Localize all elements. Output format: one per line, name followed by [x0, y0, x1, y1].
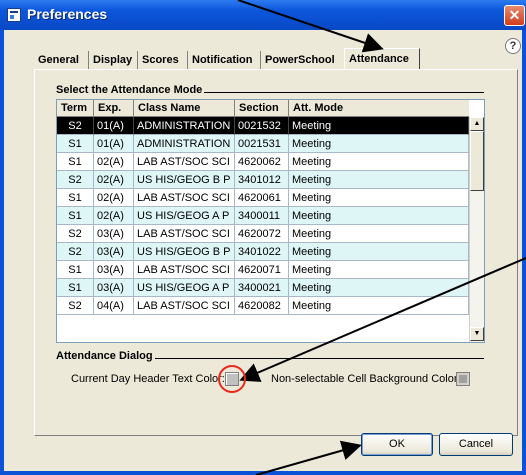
tab-attendance[interactable]: Attendance [344, 48, 420, 70]
title-bar[interactable]: Preferences ✕ [0, 0, 526, 30]
table-row[interactable]: S2 04(A) LAB AST/SOC SCI 4620082 Meeting [57, 297, 469, 315]
cell-section: 3400011 [235, 207, 289, 225]
cell-att-mode: Meeting [289, 279, 469, 297]
cell-term: S2 [57, 297, 94, 315]
table-row[interactable]: S1 01(A) ADMINISTRATION 0021531 Meeting [57, 135, 469, 153]
help-button[interactable]: ? [505, 38, 521, 54]
cell-exp: 02(A) [94, 171, 134, 189]
vertical-scrollbar[interactable]: ▲ ▼ [469, 117, 484, 342]
cell-section: 0021531 [235, 135, 289, 153]
column-header-term[interactable]: Term [57, 100, 94, 116]
cell-section: 4620072 [235, 225, 289, 243]
cell-class-name: US HIS/GEOG A P [134, 207, 235, 225]
attendance-dialog-group-title: Attendance Dialog [56, 350, 155, 362]
cell-section: 3401022 [235, 243, 289, 261]
cell-att-mode: Meeting [289, 189, 469, 207]
cell-section: 3401012 [235, 171, 289, 189]
cell-class-name: LAB AST/SOC SCI [134, 225, 235, 243]
cell-att-mode: Meeting [289, 261, 469, 279]
cell-exp: 02(A) [94, 189, 134, 207]
tab-notification[interactable]: Notification [190, 51, 261, 69]
cell-exp: 03(A) [94, 261, 134, 279]
app-icon [7, 8, 21, 22]
cell-class-name: US HIS/GEOG A P [134, 279, 235, 297]
table-row[interactable]: S1 02(A) LAB AST/SOC SCI 4620061 Meeting [57, 189, 469, 207]
column-header-exp[interactable]: Exp. [94, 100, 134, 116]
cell-class-name: US HIS/GEOG B P [134, 171, 235, 189]
cell-class-name: ADMINISTRATION [134, 135, 235, 153]
tab-scores[interactable]: Scores [140, 51, 188, 69]
cell-att-mode: Meeting [289, 207, 469, 225]
cell-section: 0021532 [235, 117, 289, 135]
cell-term: S1 [57, 189, 94, 207]
table-header: Term Exp. Class Name Section Att. Mode [57, 100, 469, 117]
tab-general[interactable]: General [36, 51, 89, 69]
table-row[interactable]: S1 02(A) LAB AST/SOC SCI 4620062 Meeting [57, 153, 469, 171]
cell-term: S1 [57, 261, 94, 279]
cell-term: S2 [57, 225, 94, 243]
cell-section: 4620062 [235, 153, 289, 171]
cell-exp: 04(A) [94, 297, 134, 315]
current-day-color-label: Current Day Header Text Color: [71, 373, 225, 385]
table-row[interactable]: S1 03(A) LAB AST/SOC SCI 4620071 Meeting [57, 261, 469, 279]
cell-exp: 01(A) [94, 135, 134, 153]
cell-term: S2 [57, 243, 94, 261]
cell-exp: 02(A) [94, 153, 134, 171]
column-header-section[interactable]: Section [235, 100, 289, 116]
cell-term: S2 [57, 171, 94, 189]
column-header-att-mode[interactable]: Att. Mode [289, 100, 469, 116]
cell-exp: 03(A) [94, 225, 134, 243]
cell-section: 4620061 [235, 189, 289, 207]
cell-class-name: LAB AST/SOC SCI [134, 261, 235, 279]
non-selectable-color-swatch[interactable] [456, 372, 470, 386]
cell-exp: 02(A) [94, 207, 134, 225]
cell-section: 3400021 [235, 279, 289, 297]
cell-class-name: LAB AST/SOC SCI [134, 153, 235, 171]
scroll-up-icon[interactable]: ▲ [470, 117, 484, 131]
attendance-mode-table[interactable]: Term Exp. Class Name Section Att. Mode S… [56, 99, 485, 343]
cell-att-mode: Meeting [289, 171, 469, 189]
cell-term: S1 [57, 153, 94, 171]
table-row[interactable]: S2 03(A) LAB AST/SOC SCI 4620072 Meeting [57, 225, 469, 243]
cell-class-name: ADMINISTRATION [134, 117, 235, 135]
tab-display[interactable]: Display [91, 51, 138, 69]
cell-term: S1 [57, 207, 94, 225]
cell-exp: 03(A) [94, 243, 134, 261]
cell-term: S2 [57, 117, 94, 135]
table-row[interactable]: S1 03(A) US HIS/GEOG A P 3400021 Meeting [57, 279, 469, 297]
column-header-class-name[interactable]: Class Name [134, 100, 235, 116]
table-row[interactable]: S1 02(A) US HIS/GEOG A P 3400011 Meeting [57, 207, 469, 225]
window-title: Preferences [27, 6, 108, 22]
scroll-down-icon[interactable]: ▼ [470, 327, 484, 341]
non-selectable-color-label: Non-selectable Cell Background Color: [271, 373, 461, 385]
table-row[interactable]: S2 02(A) US HIS/GEOG B P 3401012 Meeting [57, 171, 469, 189]
cell-att-mode: Meeting [289, 297, 469, 315]
table-row[interactable]: S2 03(A) US HIS/GEOG B P 3401022 Meeting [57, 243, 469, 261]
cell-att-mode: Meeting [289, 243, 469, 261]
cell-class-name: LAB AST/SOC SCI [134, 297, 235, 315]
current-day-color-swatch[interactable] [225, 372, 239, 386]
cell-term: S1 [57, 279, 94, 297]
ok-button[interactable]: OK [361, 433, 433, 456]
cell-att-mode: Meeting [289, 135, 469, 153]
cell-section: 4620071 [235, 261, 289, 279]
cell-class-name: US HIS/GEOG B P [134, 243, 235, 261]
cell-att-mode: Meeting [289, 225, 469, 243]
tab-powerschool[interactable]: PowerSchool [263, 51, 342, 69]
cancel-button[interactable]: Cancel [439, 433, 513, 456]
scroll-thumb[interactable] [470, 131, 484, 191]
cell-section: 4620082 [235, 297, 289, 315]
cell-class-name: LAB AST/SOC SCI [134, 189, 235, 207]
cell-exp: 01(A) [94, 117, 134, 135]
preferences-window: Preferences ✕ ? General Display Scores N… [0, 0, 526, 475]
close-button[interactable]: ✕ [504, 5, 525, 26]
table-row[interactable]: S2 01(A) ADMINISTRATION 0021532 Meeting [57, 117, 469, 135]
cell-att-mode: Meeting [289, 117, 469, 135]
cell-term: S1 [57, 135, 94, 153]
cell-exp: 03(A) [94, 279, 134, 297]
attendance-mode-group-title: Select the Attendance Mode [56, 84, 205, 96]
cell-att-mode: Meeting [289, 153, 469, 171]
